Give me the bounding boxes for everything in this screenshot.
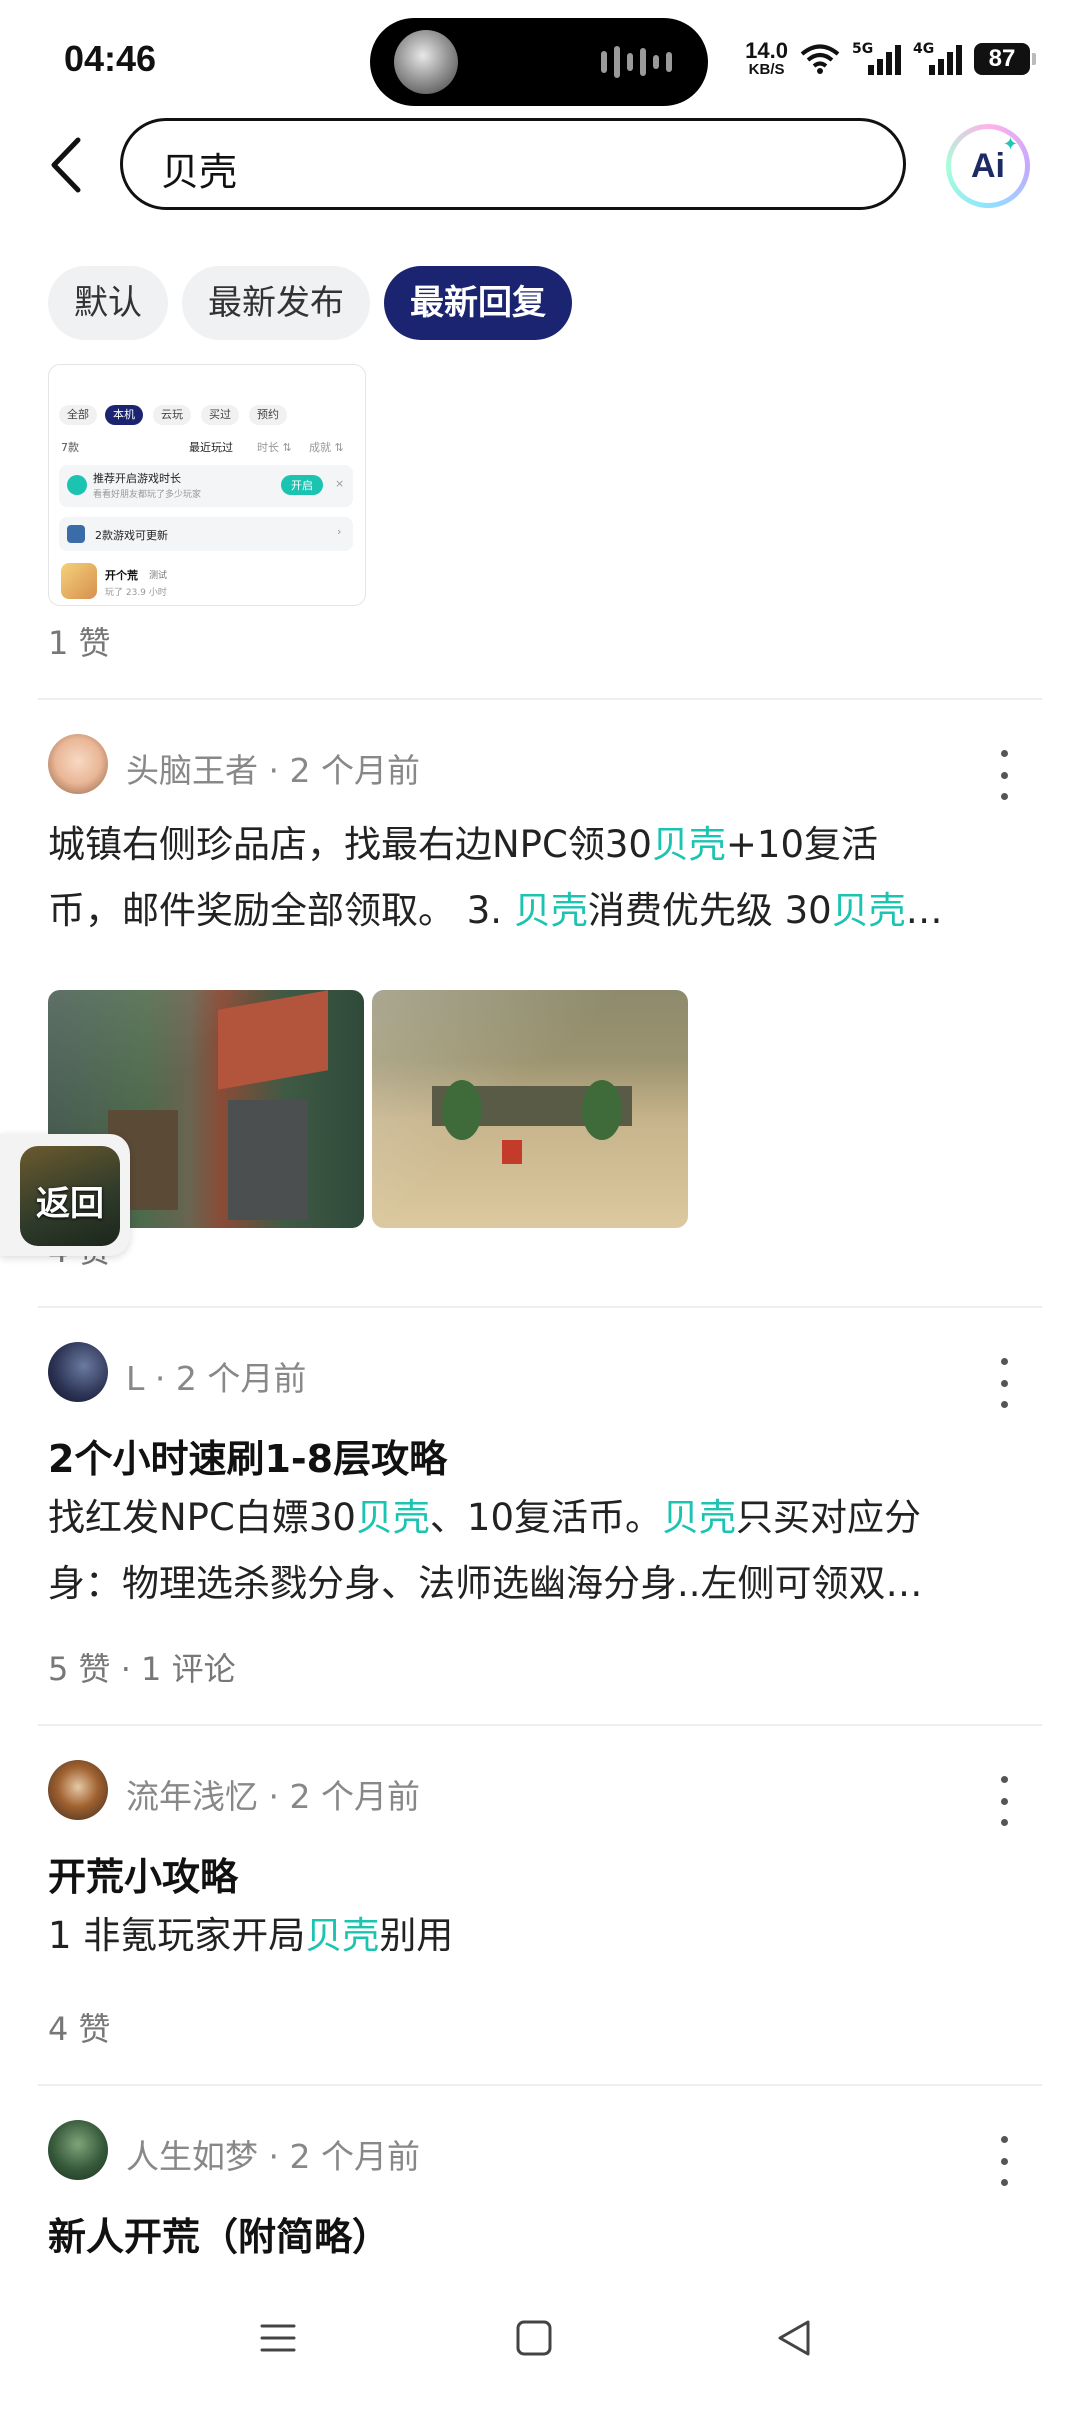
post-title[interactable]: 新人开荒（附简略） <box>48 2206 390 2261</box>
sparkle-icon: ✦ <box>1002 134 1018 155</box>
palm-shape <box>582 1080 622 1140</box>
shot-sort: 时长 ⇅ <box>257 441 292 454</box>
net-speed-unit: KB/S <box>748 61 785 78</box>
post-time: 2 个月前 <box>289 2137 420 2176</box>
return-thumbnail: 返回 <box>20 1146 120 1246</box>
signal-5g-label: 5G <box>852 40 874 57</box>
status-icons: 14.0 KB/S 5G 4G 87 <box>745 38 1036 78</box>
shot-update-text: 2款游戏可更新 <box>95 529 168 542</box>
post-body-line: 城镇右侧珍品店，找最右边NPC领30贝壳+10复活 <box>48 823 878 866</box>
author-name[interactable]: 头脑王者 <box>126 751 258 790</box>
signal-5g-icon: 5G <box>852 40 901 75</box>
divider <box>38 1306 1042 1308</box>
avatar[interactable] <box>48 2120 108 2180</box>
signal-4g-icon: 4G <box>913 40 962 75</box>
post-body[interactable]: 城镇右侧珍品店，找最右边NPC领30贝壳+10复活 币，邮件奖励全部领取。 3.… <box>48 812 1038 944</box>
divider <box>38 2084 1042 2086</box>
close-icon: × <box>335 477 345 490</box>
post-likes[interactable]: 1 赞 <box>48 618 111 664</box>
post-meta: 流年浅忆 · 2 个月前 <box>126 1777 420 1816</box>
shot-update-row: 2款游戏可更新 › <box>59 517 353 551</box>
wifi-icon <box>800 44 840 74</box>
search-input-value: 贝壳 <box>161 150 238 194</box>
chevron-right-icon: › <box>337 525 342 538</box>
island-media-avatar <box>394 30 458 94</box>
author-name[interactable]: L <box>126 1359 144 1398</box>
signal-4g-label: 4G <box>913 40 935 57</box>
post-meta: 人生如梦 · 2 个月前 <box>126 2137 420 2176</box>
post-image[interactable] <box>372 990 688 1228</box>
avatar[interactable] <box>48 1760 108 1820</box>
post-time: 2 个月前 <box>175 1359 307 1398</box>
shot-tip-row: 推荐开启游戏时长 看看好朋友都玩了多少玩家 开启 × <box>59 465 353 507</box>
ai-assistant-button[interactable]: Ai ✦ <box>946 124 1030 208</box>
system-nav-bar <box>0 2270 1080 2412</box>
more-icon[interactable] <box>998 2136 1010 2186</box>
post-title[interactable]: 2个小时速刷1-8层攻略 <box>48 1428 447 1483</box>
tab-latest-post[interactable]: 最新发布 <box>182 266 370 340</box>
shot-game-name: 开个荒 <box>105 569 138 582</box>
post-body[interactable]: 找红发NPC白嫖30贝壳、10复活币。贝壳只买对应分 身：物理选杀戮分身、法师选… <box>48 1485 1038 1617</box>
post-time: 2 个月前 <box>289 751 420 790</box>
back-arrow-icon[interactable] <box>38 130 98 200</box>
post-body[interactable]: 1 非氪玩家开局贝壳别用 <box>48 1903 1038 1969</box>
post-time: 2 个月前 <box>289 1777 420 1816</box>
more-icon[interactable] <box>998 1358 1010 1408</box>
back-triangle-icon[interactable] <box>774 2318 814 2358</box>
dynamic-island[interactable] <box>370 18 708 106</box>
post-body-line: 身：物理选杀戮分身、法师选幽海分身..左侧可领双… <box>48 1562 923 1605</box>
path-shape <box>228 1100 308 1220</box>
game-icon <box>67 525 85 543</box>
net-speed-value: 14.0 <box>745 38 788 63</box>
shot-sort: 最近玩过 <box>189 441 233 454</box>
post-title[interactable]: 开荒小攻略 <box>48 1846 238 1901</box>
battery-icon: 87 <box>974 42 1036 75</box>
status-bar: 04:46 14.0 KB/S 5G 4G 87 <box>0 0 1080 120</box>
palm-shape <box>442 1080 482 1140</box>
shot-tab: 云玩 <box>153 405 191 425</box>
floating-return-button[interactable]: 返回 <box>0 1134 130 1256</box>
post-screenshot-image[interactable]: 全部 本机 云玩 买过 预约 7款 最近玩过 时长 ⇅ 成就 ⇅ 推荐开启游戏时… <box>48 364 366 606</box>
tab-latest-reply[interactable]: 最新回复 <box>384 266 572 340</box>
shot-tip-sub: 看看好朋友都玩了多少玩家 <box>93 490 202 500</box>
home-icon[interactable] <box>514 2318 554 2358</box>
shot-tab: 预约 <box>249 405 287 425</box>
game-app-icon <box>61 563 97 599</box>
timer-icon <box>67 475 87 495</box>
more-icon[interactable] <box>998 750 1010 800</box>
avatar[interactable] <box>48 1342 108 1402</box>
net-speed: 14.0 KB/S <box>745 38 788 78</box>
post-body-line: 币，邮件奖励全部领取。 3. 贝壳消费优先级 30贝壳… <box>48 889 943 932</box>
search-input[interactable]: 贝壳 <box>120 118 906 210</box>
post-meta: 头脑王者 · 2 个月前 <box>126 751 420 790</box>
shot-game-time: 玩了 23.9 小时 <box>105 588 167 598</box>
roof-shape <box>218 990 328 1090</box>
post-body-line: 1 非氪玩家开局贝壳别用 <box>48 1914 454 1957</box>
shot-tip-title: 推荐开启游戏时长 <box>93 472 181 485</box>
post-stats[interactable]: 5 赞 · 1 评论 <box>48 1644 236 1690</box>
audio-wave-icon <box>601 46 672 78</box>
shot-tab: 全部 <box>59 405 97 425</box>
shot-count: 7款 <box>61 441 79 454</box>
post-body-line: 找红发NPC白嫖30贝壳、10复活币。贝壳只买对应分 <box>48 1496 921 1539</box>
divider <box>38 698 1042 700</box>
shot-tip-button: 开启 <box>281 475 323 495</box>
menu-icon[interactable] <box>258 2318 298 2358</box>
more-icon[interactable] <box>998 1776 1010 1826</box>
shot-tab: 本机 <box>105 405 143 425</box>
clock: 04:46 <box>64 38 157 79</box>
divider <box>38 1724 1042 1726</box>
post-stats[interactable]: 4 赞 <box>48 2004 111 2050</box>
shot-tab: 买过 <box>201 405 239 425</box>
return-label: 返回 <box>36 1184 104 1224</box>
avatar[interactable] <box>48 734 108 794</box>
tab-default[interactable]: 默认 <box>48 266 168 340</box>
character-shape <box>502 1140 522 1164</box>
sort-tabs: 默认 最新发布 最新回复 <box>48 266 572 340</box>
shot-sort: 成就 ⇅ <box>309 441 344 454</box>
author-name[interactable]: 流年浅忆 <box>126 1777 258 1816</box>
shot-game-tag: 测试 <box>149 571 168 581</box>
post-meta: L · 2 个月前 <box>126 1359 307 1398</box>
author-name[interactable]: 人生如梦 <box>126 2137 258 2176</box>
